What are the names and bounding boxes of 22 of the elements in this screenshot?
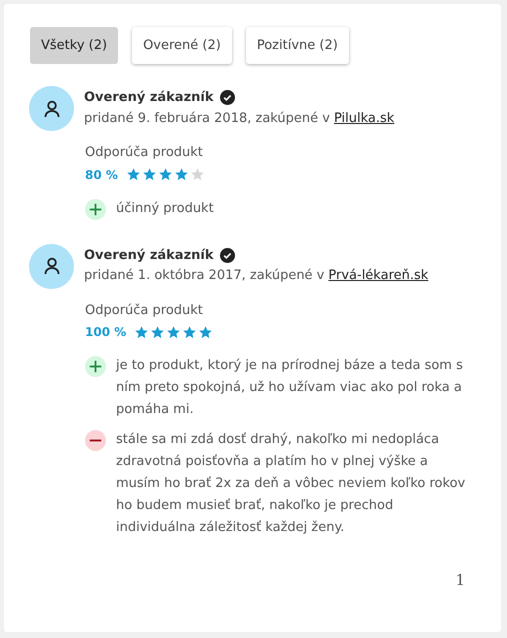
shop-link[interactable]: Prvá-lékareň.sk (328, 266, 428, 286)
plus-icon (85, 356, 106, 377)
recommend-percent: 80 % (85, 166, 118, 184)
reviewer-name: Overený zákazník (84, 246, 214, 264)
review-meta: pridané 1. októbra 2017, zakúpené v (84, 267, 324, 285)
shop-link[interactable]: Pilulka.sk (334, 108, 394, 128)
page-number[interactable]: 1 (455, 569, 465, 592)
reviewer-name: Overený zákazník (84, 89, 214, 107)
recommend-label: Odporúča produkt (85, 144, 204, 162)
minus-icon (85, 430, 106, 451)
review-meta: pridané 9. februára 2018, zakúpené v (84, 110, 330, 128)
filter-tab[interactable]: Overené (2) (132, 27, 232, 64)
plus-icon (85, 198, 106, 220)
recommend-percent: 100 % (85, 324, 126, 341)
avatar-icon (29, 86, 74, 131)
review-point: účinný produkt (116, 200, 215, 218)
review-point: stále sa mi zdá dosť drahý, nakoľko mi nedopláca zdravotná poisťovňa a platím ho v plnej výške a musím ho brať 2x za deň a vôbec neviem koľko rokov ho budem musieť brať, nakoľko je prechod individuálna záležitosť každej ženy. (116, 431, 466, 537)
recommend-label: Odporúča produkt (85, 302, 204, 320)
filter-tab[interactable]: Pozitívne (2) (246, 27, 349, 64)
review-point: je to produkt, ktorý je na prírodnej báze a teda som s ním preto spokojná, už ho užívam viac ako pol roka a pomáha mi. (116, 357, 464, 419)
filter-tab[interactable]: Všetky (2) (30, 27, 118, 64)
avatar-icon (29, 244, 74, 288)
